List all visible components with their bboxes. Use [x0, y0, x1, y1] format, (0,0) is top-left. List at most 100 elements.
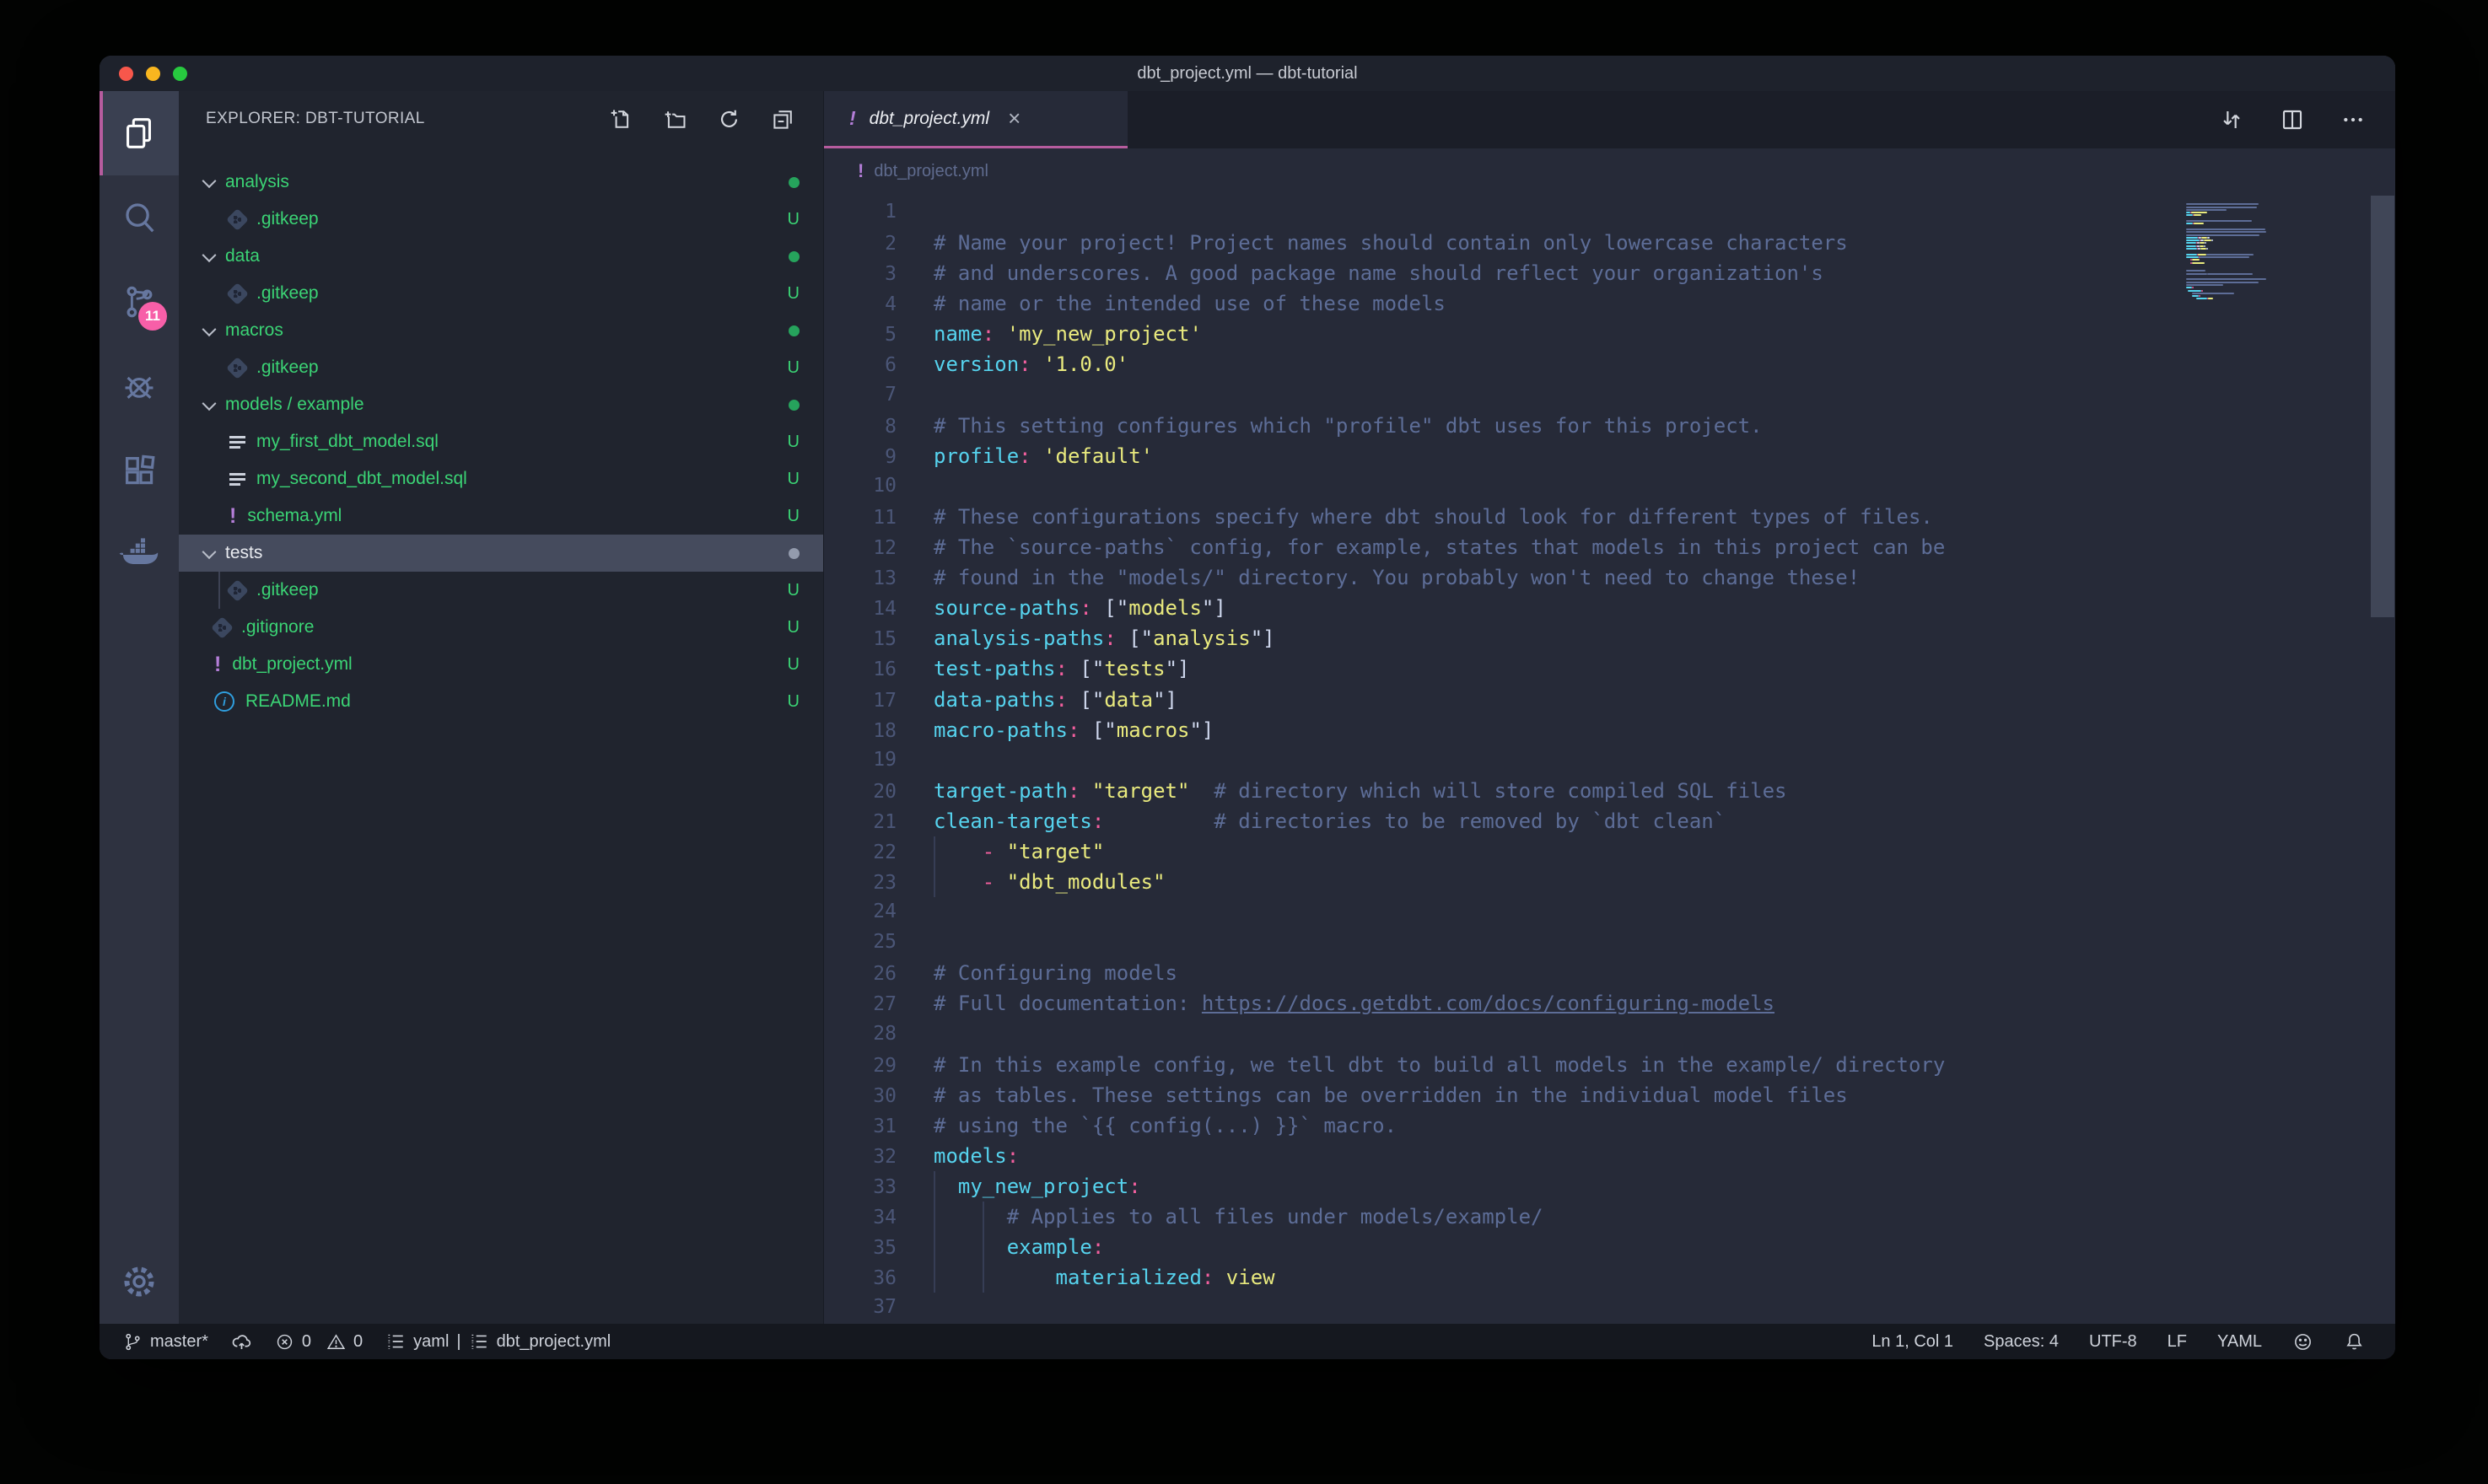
collapse-folders-button[interactable]	[772, 108, 794, 131]
code-line-21[interactable]: 21clean-targets: # directories to be rem…	[824, 809, 2395, 840]
git-branch-status[interactable]: master*	[123, 1332, 208, 1352]
tab-close-icon[interactable]: ×	[1008, 105, 1021, 132]
sync-changes-button[interactable]	[231, 1331, 252, 1352]
eol-setting[interactable]: LF	[2168, 1332, 2187, 1352]
git-file-icon	[226, 282, 249, 305]
tree-item-macros[interactable]: macros	[179, 312, 823, 349]
code-line-28[interactable]: 28	[824, 1023, 2395, 1053]
feedback-button[interactable]	[2292, 1331, 2313, 1352]
code-line-34[interactable]: 34 # Applies to all files under models/e…	[824, 1205, 2395, 1235]
minimap[interactable]	[2186, 201, 2314, 304]
language-mode[interactable]: YAML	[2217, 1332, 2262, 1352]
file-tree: analysis.gitkeepUdata.gitkeepUmacros.git…	[179, 147, 823, 1324]
tree-item--gitkeep[interactable]: .gitkeepU	[179, 349, 823, 386]
vertical-scrollbar[interactable]	[2370, 194, 2395, 1324]
problems-status[interactable]: 0 0	[275, 1332, 363, 1352]
activity-settings[interactable]	[100, 1239, 179, 1324]
code-line-15[interactable]: 15analysis-paths: ["analysis"]	[824, 626, 2395, 657]
tree-item--gitkeep[interactable]: .gitkeepU	[179, 201, 823, 238]
code-line-24[interactable]: 24	[824, 901, 2395, 931]
vscode-window: dbt_project.yml — dbt-tutorial 11	[100, 56, 2395, 1359]
refresh-explorer-button[interactable]	[718, 108, 740, 131]
line-number: 29	[824, 1055, 897, 1077]
tree-item--gitignore[interactable]: .gitignoreU	[179, 609, 823, 646]
activity-explorer[interactable]	[100, 91, 179, 175]
code-line-1[interactable]: 1	[824, 201, 2395, 231]
activity-extensions[interactable]	[100, 428, 179, 513]
code-line-29[interactable]: 29# In this example config, we tell dbt …	[824, 1053, 2395, 1083]
code-line-27[interactable]: 27# Full documentation: https://docs.get…	[824, 992, 2395, 1022]
code-line-26[interactable]: 26# Configuring models	[824, 961, 2395, 992]
indent-guide	[934, 1202, 935, 1232]
outline-file: dbt_project.yml	[497, 1332, 611, 1352]
scrollbar-thumb[interactable]	[2371, 196, 2394, 617]
tree-item-my-second-dbt-model-sql[interactable]: my_second_dbt_model.sqlU	[179, 460, 823, 497]
code-line-14[interactable]: 14source-paths: ["models"]	[824, 596, 2395, 626]
indentation-setting[interactable]: Spaces: 4	[1984, 1332, 2059, 1352]
line-content: source-paths: ["models"]	[934, 596, 1226, 620]
code-line-10[interactable]: 10	[824, 475, 2395, 505]
activity-run-debug[interactable]	[100, 344, 179, 428]
code-line-6[interactable]: 6version: '1.0.0'	[824, 352, 2395, 383]
tree-item-models-example[interactable]: models / example	[179, 386, 823, 423]
git-status-indicator	[789, 251, 800, 262]
warning-icon	[326, 1332, 346, 1352]
code-line-25[interactable]: 25	[824, 931, 2395, 961]
tree-item-tests[interactable]: tests	[179, 535, 823, 572]
activity-search[interactable]	[100, 175, 179, 260]
code-line-31[interactable]: 31# using the `{{ config(...) }}` macro.	[824, 1114, 2395, 1144]
code-line-7[interactable]: 7	[824, 384, 2395, 414]
tree-item--gitkeep[interactable]: .gitkeepU	[179, 275, 823, 312]
activity-source-control[interactable]: 11	[100, 260, 179, 344]
activity-docker[interactable]	[100, 513, 179, 597]
more-actions-button[interactable]	[2340, 106, 2367, 133]
code-line-22[interactable]: 22 - "target"	[824, 840, 2395, 870]
split-editor-button[interactable]	[2279, 106, 2306, 133]
new-file-button[interactable]	[610, 108, 633, 131]
line-number: 8	[824, 416, 897, 438]
encoding-setting[interactable]: UTF-8	[2089, 1332, 2137, 1352]
code-line-3[interactable]: 3# and underscores. A good package name …	[824, 261, 2395, 292]
code-line-37[interactable]: 37	[824, 1296, 2395, 1326]
code-line-5[interactable]: 5name: 'my_new_project'	[824, 322, 2395, 352]
code-lines[interactable]: 12# Name your project! Project names sho…	[824, 194, 2395, 1324]
line-number: 33	[824, 1176, 897, 1198]
code-line-35[interactable]: 35 example:	[824, 1235, 2395, 1266]
code-line-9[interactable]: 9profile: 'default'	[824, 444, 2395, 475]
line-content: analysis-paths: ["analysis"]	[934, 626, 1275, 650]
yaml-outline-status[interactable]: yaml | dbt_project.yml	[385, 1331, 611, 1352]
code-line-30[interactable]: 30# as tables. These settings can be ove…	[824, 1083, 2395, 1114]
code-line-18[interactable]: 18macro-paths: ["macros"]	[824, 718, 2395, 749]
code-line-16[interactable]: 16test-paths: ["tests"]	[824, 657, 2395, 687]
tree-item-my-first-dbt-model-sql[interactable]: my_first_dbt_model.sqlU	[179, 423, 823, 460]
code-line-11[interactable]: 11# These configurations specify where d…	[824, 505, 2395, 535]
titlebar[interactable]: dbt_project.yml — dbt-tutorial	[100, 56, 2395, 91]
notifications-button[interactable]	[2344, 1331, 2365, 1352]
code-line-36[interactable]: 36 materialized: view	[824, 1266, 2395, 1296]
code-line-8[interactable]: 8# This setting configures which "profil…	[824, 414, 2395, 444]
gear-icon	[120, 1262, 159, 1301]
cursor-position[interactable]: Ln 1, Col 1	[1871, 1332, 1953, 1352]
tree-item-schema-yml[interactable]: !schema.ymlU	[179, 497, 823, 535]
code-area[interactable]: 12# Name your project! Project names sho…	[824, 194, 2395, 1324]
tree-item-analysis[interactable]: analysis	[179, 164, 823, 201]
code-line-23[interactable]: 23 - "dbt_modules"	[824, 870, 2395, 901]
code-line-17[interactable]: 17data-paths: ["data"]	[824, 688, 2395, 718]
breadcrumb[interactable]: ! dbt_project.yml	[824, 148, 2395, 194]
tree-item--gitkeep[interactable]: .gitkeepU	[179, 572, 823, 609]
code-line-13[interactable]: 13# found in the "models/" directory. Yo…	[824, 566, 2395, 596]
code-line-2[interactable]: 2# Name your project! Project names shou…	[824, 231, 2395, 261]
breadcrumb-file[interactable]: dbt_project.yml	[874, 162, 988, 181]
code-line-12[interactable]: 12# The `source-paths` config, for examp…	[824, 535, 2395, 566]
code-line-4[interactable]: 4# name or the intended use of these mod…	[824, 292, 2395, 322]
code-line-20[interactable]: 20target-path: "target" # directory whic…	[824, 779, 2395, 809]
tree-item-data[interactable]: data	[179, 238, 823, 275]
open-changes-button[interactable]	[2218, 106, 2245, 133]
code-line-33[interactable]: 33 my_new_project:	[824, 1175, 2395, 1205]
tab-dbt-project-yml[interactable]: ! dbt_project.yml ×	[824, 91, 1128, 148]
tree-item-readme-md[interactable]: iREADME.mdU	[179, 683, 823, 720]
code-line-32[interactable]: 32models:	[824, 1144, 2395, 1175]
code-line-19[interactable]: 19	[824, 749, 2395, 779]
new-folder-button[interactable]	[664, 108, 687, 131]
tree-item-dbt-project-yml[interactable]: !dbt_project.ymlU	[179, 646, 823, 683]
